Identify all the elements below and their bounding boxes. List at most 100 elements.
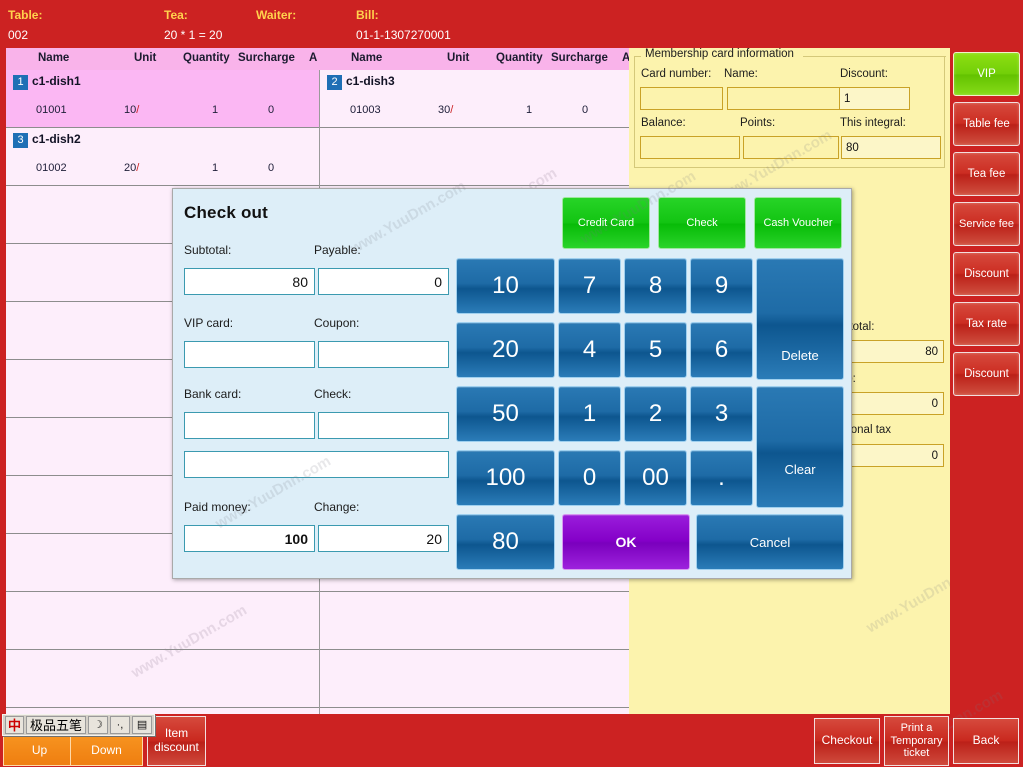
moon-icon[interactable]: ☽ <box>88 716 109 734</box>
down-button[interactable]: Down <box>70 734 143 766</box>
ime-toolbar[interactable]: 中 极品五笔 ☽ ·, ▤ <box>2 714 156 736</box>
row-dish-unit: 30/ <box>438 104 454 116</box>
dlg-subtotal-input[interactable]: 80 <box>184 268 315 295</box>
keypad-6[interactable]: 6 <box>690 322 753 378</box>
waiter-label: Waiter: <box>256 8 297 22</box>
membership-card-fieldset: Membership card information Card number:… <box>634 48 946 168</box>
row-dish-surcharge: 0 <box>268 162 275 174</box>
row-dish-quantity: 1 <box>212 162 219 174</box>
ime-logo-icon[interactable]: 中 <box>5 716 24 734</box>
sidebar-button-vip[interactable]: VIP <box>953 52 1020 96</box>
keypad-0[interactable]: 0 <box>558 450 621 506</box>
dlg-coupon-label: Coupon: <box>314 316 360 330</box>
dlg-bank-card-input[interactable] <box>184 412 315 439</box>
keypad-delete[interactable]: Delete <box>756 258 844 380</box>
row-unit-separator: / <box>450 104 454 116</box>
row-dish-code: 01003 <box>350 104 381 116</box>
tea-label: Tea: <box>164 8 188 22</box>
order-header: Table: 002 Tea: 20 * 1 = 20 Waiter: Bill… <box>0 0 1023 48</box>
table-row-empty[interactable] <box>6 592 319 650</box>
discount-input[interactable]: 1 <box>839 87 910 110</box>
up-button[interactable]: Up <box>3 734 76 766</box>
dlg-payable-input[interactable]: 0 <box>318 268 449 295</box>
keypad-clear[interactable]: Clear <box>756 386 844 508</box>
row-dish-quantity: 1 <box>212 104 219 116</box>
table-row[interactable]: 1 c1-dish1 01001 10/1 0 <box>6 70 319 128</box>
dlg-vip-card-input[interactable] <box>184 341 315 368</box>
points-input[interactable] <box>743 136 839 159</box>
pay-button-check[interactable]: Check <box>658 197 746 249</box>
table-row-empty[interactable] <box>6 650 319 708</box>
keypad-7[interactable]: 7 <box>558 258 621 314</box>
row-unit-separator: / <box>136 104 140 116</box>
keypad-1[interactable]: 1 <box>558 386 621 442</box>
col-a-left: A <box>309 52 318 64</box>
keypad-ok[interactable]: OK <box>562 514 690 570</box>
keypad-10[interactable]: 10 <box>456 258 555 314</box>
back-button[interactable]: Back <box>953 718 1019 764</box>
keypad-100[interactable]: 100 <box>456 450 555 506</box>
keypad-5[interactable]: 5 <box>624 322 687 378</box>
sidebar-button-discount[interactable]: Discount <box>953 252 1020 296</box>
dlg-vip-card-label: VIP card: <box>184 316 234 330</box>
dlg-paid-money-input[interactable]: 100 <box>184 525 315 552</box>
keypad-50[interactable]: 50 <box>456 386 555 442</box>
table-row-empty[interactable] <box>320 592 632 650</box>
keypad-00[interactable]: 00 <box>624 450 687 506</box>
grid-column-headers: Name Unit Quantity Surcharge A Name Unit… <box>6 48 631 70</box>
keypad-cancel[interactable]: Cancel <box>696 514 844 570</box>
row-dish-quantity: 1 <box>526 104 533 116</box>
keypad-8[interactable]: 8 <box>624 258 687 314</box>
row-dish-unit: 10/ <box>124 104 140 116</box>
print-temporary-ticket-button[interactable]: Print a Temporary ticket <box>884 716 949 766</box>
keypad-20[interactable]: 20 <box>456 322 555 378</box>
keypad-decimal[interactable]: . <box>690 450 753 506</box>
keypad-3[interactable]: 3 <box>690 386 753 442</box>
col-unit-right: Unit <box>447 52 470 64</box>
dlg-subtotal-label: Subtotal: <box>184 243 232 257</box>
sidebar-button-tax-rate[interactable]: Tax rate <box>953 302 1020 346</box>
item-discount-button[interactable]: Item discount <box>147 716 206 766</box>
col-name-left: Name <box>38 52 70 64</box>
sidebar-button-discount[interactable]: Discount <box>953 352 1020 396</box>
punctuation-icon[interactable]: ·, <box>110 716 131 734</box>
points-label: Points: <box>740 117 776 129</box>
row-index-badge: 1 <box>13 75 28 90</box>
keypad-2[interactable]: 2 <box>624 386 687 442</box>
keypad-9[interactable]: 9 <box>690 258 753 314</box>
col-surcharge-right: Surcharge <box>551 52 608 64</box>
sidebar-button-tea-fee[interactable]: Tea fee <box>953 152 1020 196</box>
keypad-4[interactable]: 4 <box>558 322 621 378</box>
card-number-input[interactable] <box>640 87 723 110</box>
function-sidebar: VIP Table fee Tea fee Service fee Discount Ta… <box>950 48 1023 714</box>
checkout-button[interactable]: Checkout <box>814 718 880 764</box>
table-row-empty[interactable] <box>320 650 632 708</box>
ime-name-label[interactable]: 极品五笔 <box>26 716 87 734</box>
table-row[interactable]: 3 c1-dish2 01002 20/1 0 <box>6 128 319 186</box>
pay-button-cash-voucher[interactable]: Cash Voucher <box>754 197 842 249</box>
row-dish-code: 01001 <box>36 104 67 116</box>
keypad-80[interactable]: 80 <box>456 514 555 570</box>
this-integral-input[interactable]: 80 <box>841 136 941 159</box>
dlg-coupon-input[interactable] <box>318 341 449 368</box>
balance-input[interactable] <box>640 136 740 159</box>
table-row[interactable]: 2 c1-dish3 01003 30/1 0 <box>320 70 632 128</box>
dlg-change-input[interactable]: 20 <box>318 525 449 552</box>
row-dish-name: c1-dish2 <box>32 132 81 146</box>
row-index-badge: 3 <box>13 133 28 148</box>
table-value: 002 <box>8 28 29 42</box>
sidebar-button-service-fee[interactable]: Service fee <box>953 202 1020 246</box>
balance-label: Balance: <box>641 117 686 129</box>
pay-button-credit-card[interactable]: Credit Card <box>562 197 650 249</box>
dlg-payable-label: Payable: <box>314 243 361 257</box>
row-index-badge: 2 <box>327 75 342 90</box>
sidebar-button-table-fee[interactable]: Table fee <box>953 102 1020 146</box>
this-integral-label: This integral: <box>840 117 906 129</box>
row-dish-name: c1-dish1 <box>32 74 81 88</box>
pos-checkout-screen: Table: 002 Tea: 20 * 1 = 20 Waiter: Bill… <box>0 0 1023 767</box>
row-dish-unit: 20/ <box>124 162 140 174</box>
dlg-check-input[interactable] <box>318 412 449 439</box>
table-row-empty[interactable] <box>320 128 632 186</box>
dlg-extra-input[interactable] <box>184 451 449 478</box>
keyboard-icon[interactable]: ▤ <box>132 716 153 734</box>
